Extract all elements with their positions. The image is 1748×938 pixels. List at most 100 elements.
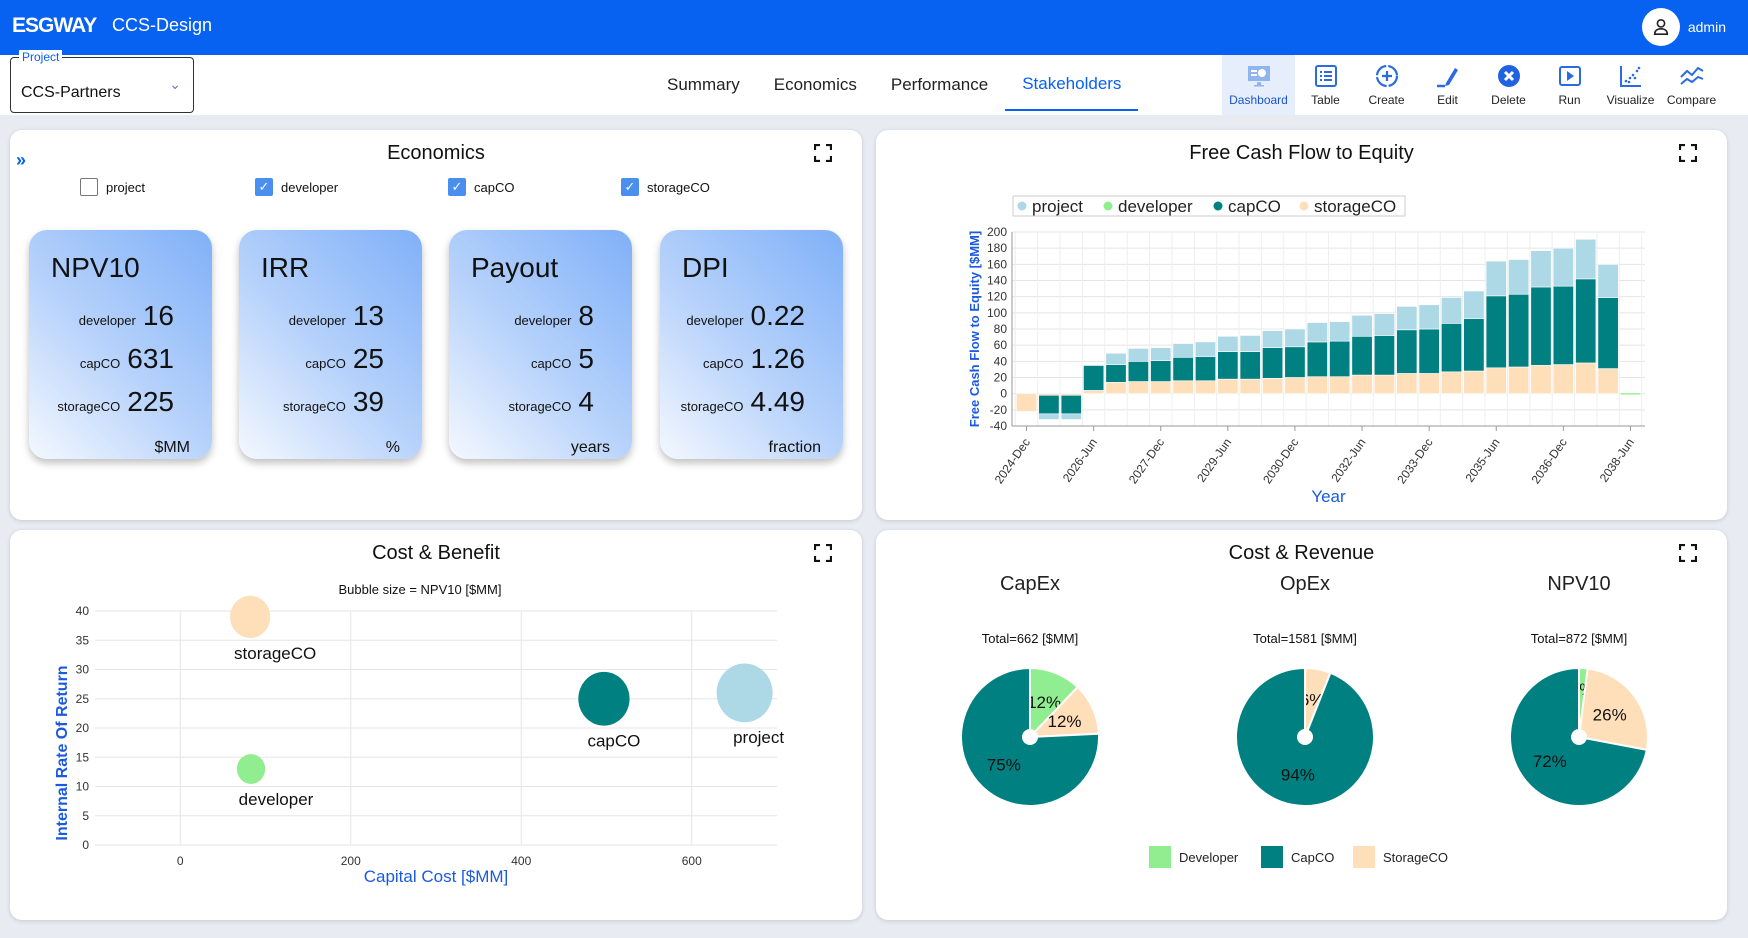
metric-row-value: 16 bbox=[142, 300, 174, 331]
bar-capCO bbox=[1083, 365, 1105, 391]
filter-label: developer bbox=[281, 179, 339, 195]
bar-storageCO bbox=[1239, 378, 1261, 394]
user-name: admin bbox=[1687, 19, 1726, 35]
y-tick-label: 140 bbox=[987, 274, 1007, 288]
bar-project bbox=[1552, 247, 1574, 287]
legend-label-capCO: capCO bbox=[1228, 197, 1281, 216]
legend-label: Developer bbox=[1179, 850, 1239, 865]
bar-project bbox=[1396, 306, 1418, 331]
project-select[interactable]: Project CCS-Partners ⌄ bbox=[10, 50, 194, 113]
legend-label: StorageCO bbox=[1383, 850, 1448, 865]
metric-unit: years bbox=[570, 439, 610, 456]
filter-capCO[interactable]: ✓ capCO bbox=[448, 178, 514, 196]
bar-capCO bbox=[1530, 286, 1552, 366]
bar-project bbox=[1463, 290, 1485, 319]
metric-row-value: 39 bbox=[352, 386, 384, 417]
bar-capCO bbox=[1239, 351, 1261, 380]
y-tick-label: 0 bbox=[1000, 387, 1007, 401]
bar-capCO bbox=[1597, 297, 1619, 369]
filter-project[interactable]: project bbox=[80, 178, 145, 196]
metric-title: IRR bbox=[261, 252, 310, 283]
y-axis-label: Internal Rate Of Return bbox=[54, 665, 71, 840]
y-tick-label: 40 bbox=[994, 354, 1008, 368]
visualize-button[interactable]: Visualize bbox=[1600, 55, 1661, 115]
cost-revenue-panel: Cost & Revenue CapEx Total=662 [$MM] 12% 12… bbox=[876, 530, 1727, 920]
y-tick-label: 80 bbox=[994, 322, 1008, 336]
fullscreen-icon[interactable] bbox=[814, 144, 832, 162]
y-tick-label: 40 bbox=[76, 604, 90, 618]
bar-project bbox=[1239, 335, 1261, 352]
run-label: Run bbox=[1558, 93, 1581, 107]
checkbox[interactable]: ✓ bbox=[448, 178, 466, 196]
bar-storageCO bbox=[1105, 382, 1127, 394]
edit-button[interactable]: Edit bbox=[1417, 55, 1478, 115]
x-tick-label: 2030-Dec bbox=[1260, 436, 1301, 487]
bar-storageCO bbox=[1552, 364, 1574, 394]
legend-swatch-developer bbox=[1149, 846, 1171, 868]
pie-title: NPV10 bbox=[1547, 573, 1610, 595]
bubble-developer bbox=[236, 754, 266, 784]
sub-bar: Project CCS-Partners ⌄ Summary Economics… bbox=[0, 50, 1748, 115]
bar-project bbox=[1418, 304, 1440, 330]
tab-economics[interactable]: Economics bbox=[757, 55, 874, 115]
metric-row-label: developer bbox=[686, 313, 744, 328]
metric-row: developer 16 bbox=[79, 300, 174, 332]
bar-storageCO bbox=[1351, 374, 1373, 394]
bar-storageCO bbox=[1262, 378, 1284, 394]
bar-storageCO bbox=[1530, 365, 1552, 394]
filter-developer[interactable]: ✓ developer bbox=[255, 178, 338, 196]
bar-storageCO bbox=[1463, 370, 1485, 394]
bar-capCO bbox=[1351, 335, 1373, 376]
legend-marker-capCO bbox=[1213, 201, 1223, 211]
bar-project bbox=[1351, 314, 1373, 337]
tab-performance[interactable]: Performance bbox=[874, 55, 1005, 115]
bar-project bbox=[1038, 413, 1060, 420]
bar-project bbox=[1306, 322, 1328, 343]
dashboard-label: Dashboard bbox=[1229, 93, 1288, 107]
table-button[interactable]: Table bbox=[1295, 55, 1356, 115]
filter-storageCO[interactable]: ✓ storageCO bbox=[621, 178, 710, 196]
checkbox[interactable] bbox=[80, 178, 98, 196]
bar-project bbox=[1441, 297, 1463, 324]
bar-developer bbox=[1619, 392, 1641, 396]
bar-project bbox=[1329, 321, 1351, 342]
user-menu[interactable]: admin bbox=[1641, 8, 1726, 46]
bar-capCO bbox=[1150, 360, 1172, 382]
edit-icon bbox=[1436, 68, 1458, 88]
user-icon bbox=[1653, 18, 1668, 36]
y-tick-label: 100 bbox=[987, 306, 1007, 320]
bar-storageCO bbox=[1441, 371, 1463, 394]
metric-card-dpi: DPI developer 0.22 capCO 1.26 storageCO 4.49 fr… bbox=[660, 230, 843, 459]
filter-label: capCO bbox=[474, 179, 515, 195]
bubble-label: storageCO bbox=[234, 644, 316, 663]
metric-row-label: storageCO bbox=[680, 399, 744, 414]
x-tick-label: 2033-Dec bbox=[1394, 436, 1435, 487]
bar-capCO bbox=[1418, 328, 1440, 374]
bar-project bbox=[1508, 259, 1530, 295]
fcf-panel: Free Cash Flow to Equity -40 -20 0 20 40 60 80… bbox=[876, 130, 1727, 520]
bar-storageCO bbox=[1172, 380, 1194, 394]
bar-project bbox=[1530, 250, 1552, 288]
checkbox[interactable]: ✓ bbox=[621, 178, 639, 196]
metric-unit: fraction bbox=[768, 439, 821, 456]
bar-storageCO bbox=[1217, 378, 1239, 394]
bar-storageCO bbox=[1418, 373, 1440, 394]
avatar[interactable] bbox=[1641, 8, 1680, 46]
metric-card-npv10: NPV10 developer 16 capCO 631 storageCO 225 $MM bbox=[29, 230, 212, 459]
metric-row: developer 8 bbox=[514, 300, 594, 332]
tab-summary[interactable]: Summary bbox=[650, 55, 757, 115]
metric-row-value: 631 bbox=[127, 343, 174, 374]
legend-marker-project bbox=[1017, 201, 1027, 211]
tab-stakeholders[interactable]: Stakeholders bbox=[1005, 59, 1139, 111]
compare-button[interactable]: Compare bbox=[1661, 55, 1722, 115]
logo[interactable]: ESGWAY bbox=[12, 14, 97, 38]
create-button[interactable]: Create bbox=[1356, 55, 1417, 115]
bar-capCO bbox=[1441, 323, 1463, 373]
bar-capCO bbox=[1396, 329, 1418, 374]
legend-label: CapCO bbox=[1291, 850, 1334, 865]
run-button[interactable]: Run bbox=[1539, 55, 1600, 115]
checkbox[interactable]: ✓ bbox=[255, 178, 273, 196]
dashboard-button[interactable]: Dashboard bbox=[1222, 55, 1295, 115]
y-tick-label: 20 bbox=[994, 371, 1008, 385]
delete-button[interactable]: Delete bbox=[1478, 55, 1539, 115]
